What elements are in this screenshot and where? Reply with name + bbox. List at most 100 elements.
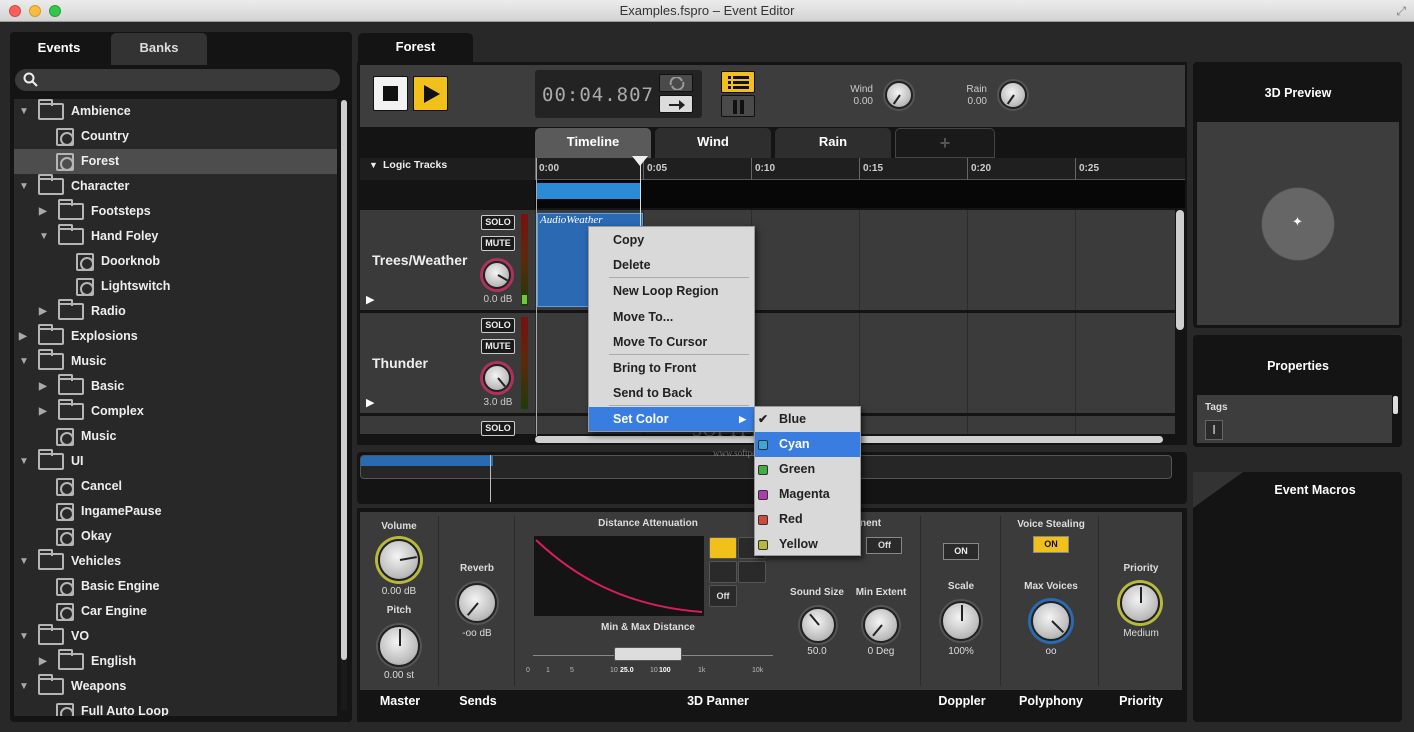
chevron-down-icon[interactable]: ▼ — [19, 181, 29, 193]
pause-button[interactable] — [721, 95, 755, 117]
chevron-down-icon[interactable]: ▼ — [19, 456, 29, 468]
color-option-cyan[interactable]: Cyan — [755, 432, 860, 457]
menu-item-copy[interactable]: Copy — [589, 228, 754, 252]
doppler-scale-knob[interactable] — [941, 601, 981, 641]
tree-event[interactable]: IngamePause — [14, 499, 337, 524]
minimize-window-button[interactable] — [29, 5, 41, 17]
tree-folder[interactable]: ▶ Footsteps — [14, 199, 337, 224]
tab-wind[interactable]: Wind — [655, 128, 771, 158]
tree-event[interactable]: Basic Engine — [14, 574, 337, 599]
play-button[interactable] — [413, 76, 448, 111]
solo-button[interactable]: SOLO — [481, 215, 515, 230]
track-volume-knob[interactable] — [483, 261, 511, 289]
tree-event[interactable]: Forest — [14, 149, 337, 174]
reverb-knob[interactable] — [457, 583, 497, 623]
tree-folder[interactable]: ▼ Ambience — [14, 99, 337, 124]
chevron-down-icon[interactable]: ▼ — [19, 106, 29, 118]
distance-range-slider[interactable] — [614, 647, 682, 661]
tree-event[interactable]: Cancel — [14, 474, 337, 499]
loop-button[interactable] — [659, 74, 693, 92]
volume-knob[interactable] — [378, 539, 420, 581]
chevron-down-icon[interactable]: ▼ — [19, 681, 29, 693]
fullscreen-icon[interactable]: ⤢ — [1396, 4, 1406, 18]
menu-item-bring-to-front[interactable]: Bring to Front — [589, 356, 754, 380]
playhead-marker[interactable] — [632, 156, 648, 166]
tree-event[interactable]: Country — [14, 124, 337, 149]
listener-icon[interactable]: ✦ — [1292, 215, 1303, 229]
expand-track-icon[interactable]: ▶ — [366, 293, 374, 306]
chevron-right-icon[interactable]: ▶ — [39, 206, 47, 218]
search-input[interactable] — [15, 69, 340, 91]
tree-event[interactable]: Car Engine — [14, 599, 337, 624]
tab-timeline[interactable]: Timeline — [535, 128, 651, 158]
tree-scrollbar[interactable] — [341, 100, 347, 710]
tab-rain[interactable]: Rain — [775, 128, 891, 158]
color-option-red[interactable]: Red — [755, 507, 860, 532]
tracks-vertical-scrollbar[interactable] — [1176, 210, 1184, 330]
menu-item-move-to-cursor[interactable]: Move To Cursor — [589, 330, 754, 354]
color-option-yellow[interactable]: Yellow — [755, 532, 860, 557]
tree-folder[interactable]: ▼ UI — [14, 449, 337, 474]
expand-track-icon[interactable]: ▶ — [366, 396, 374, 409]
logic-tracks-toggle-icon[interactable]: ▼ — [369, 160, 378, 170]
wind-knob[interactable] — [885, 81, 913, 109]
tree-folder[interactable]: ▼ Music — [14, 349, 337, 374]
solo-button[interactable]: SOLO — [481, 318, 515, 333]
deck-footer-sends[interactable]: Sends — [442, 694, 514, 708]
mute-button[interactable]: MUTE — [481, 236, 515, 251]
doppler-toggle[interactable]: ON — [943, 543, 979, 560]
curve-linear-squared-button[interactable] — [709, 537, 737, 559]
menu-item-new-loop-region[interactable]: New Loop Region — [589, 279, 754, 303]
tree-event[interactable]: Music — [14, 424, 337, 449]
curve-off-button[interactable]: Off — [709, 585, 737, 607]
solo-button[interactable]: SOLO — [481, 421, 515, 436]
tree-folder[interactable]: ▶ Complex — [14, 399, 337, 424]
track-volume-knob[interactable] — [483, 364, 511, 392]
list-view-button[interactable] — [721, 71, 755, 93]
chevron-right-icon[interactable]: ▶ — [39, 381, 47, 393]
chevron-right-icon[interactable]: ▶ — [39, 656, 47, 668]
tree-folder[interactable]: ▼ Weapons — [14, 674, 337, 699]
tree-event[interactable]: Lightswitch — [14, 274, 337, 299]
tab-events[interactable]: Events — [12, 33, 106, 65]
color-option-blue[interactable]: ✔ Blue — [755, 407, 860, 432]
stop-button[interactable] — [373, 76, 408, 111]
chevron-down-icon[interactable]: ▼ — [19, 631, 29, 643]
add-tab-button[interactable]: + — [895, 128, 995, 158]
tree-event[interactable]: Okay — [14, 524, 337, 549]
tree-folder[interactable]: ▶ Radio — [14, 299, 337, 324]
tree-folder[interactable]: ▶ Basic — [14, 374, 337, 399]
deck-footer-priority[interactable]: Priority — [1104, 694, 1178, 708]
tree-folder[interactable]: ▼ Hand Foley — [14, 224, 337, 249]
loop-region[interactable] — [537, 183, 641, 199]
overview-playhead[interactable] — [490, 455, 491, 502]
pitch-knob[interactable] — [378, 625, 420, 667]
curve-inverse-button[interactable] — [709, 561, 737, 583]
chevron-down-icon[interactable]: ▼ — [19, 556, 29, 568]
chevron-right-icon[interactable]: ▶ — [39, 306, 47, 318]
deck-footer-3d-panner[interactable]: 3D Panner — [660, 694, 776, 708]
zoom-window-button[interactable] — [49, 5, 61, 17]
voice-stealing-toggle[interactable]: ON — [1033, 536, 1069, 553]
curve-inverse-tapered-button[interactable] — [738, 561, 766, 583]
tags-input[interactable]: I — [1205, 420, 1223, 440]
max-voices-knob[interactable] — [1031, 601, 1071, 641]
tree-folder[interactable]: ▶ English — [14, 649, 337, 674]
deck-footer-polyphony[interactable]: Polyphony — [1008, 694, 1094, 708]
event-tab[interactable]: Forest — [358, 33, 473, 63]
chevron-down-icon[interactable]: ▼ — [39, 231, 49, 243]
attenuation-graph[interactable] — [534, 536, 704, 616]
menu-item-delete[interactable]: Delete — [589, 253, 754, 277]
deck-footer-master[interactable]: Master — [364, 694, 436, 708]
color-option-green[interactable]: Green — [755, 457, 860, 482]
tree-event[interactable]: Doorknob — [14, 249, 337, 274]
follow-cursor-button[interactable] — [659, 95, 693, 113]
tree-folder[interactable]: ▼ Character — [14, 174, 337, 199]
min-extent-knob[interactable] — [863, 607, 899, 643]
sound-size-knob[interactable] — [800, 607, 836, 643]
tree-folder[interactable]: ▼ Vehicles — [14, 549, 337, 574]
chevron-right-icon[interactable]: ▶ — [19, 331, 27, 343]
tab-banks[interactable]: Banks — [111, 33, 207, 65]
close-window-button[interactable] — [9, 5, 21, 17]
menu-item-set-color[interactable]: Set Color ▶ — [589, 407, 754, 431]
